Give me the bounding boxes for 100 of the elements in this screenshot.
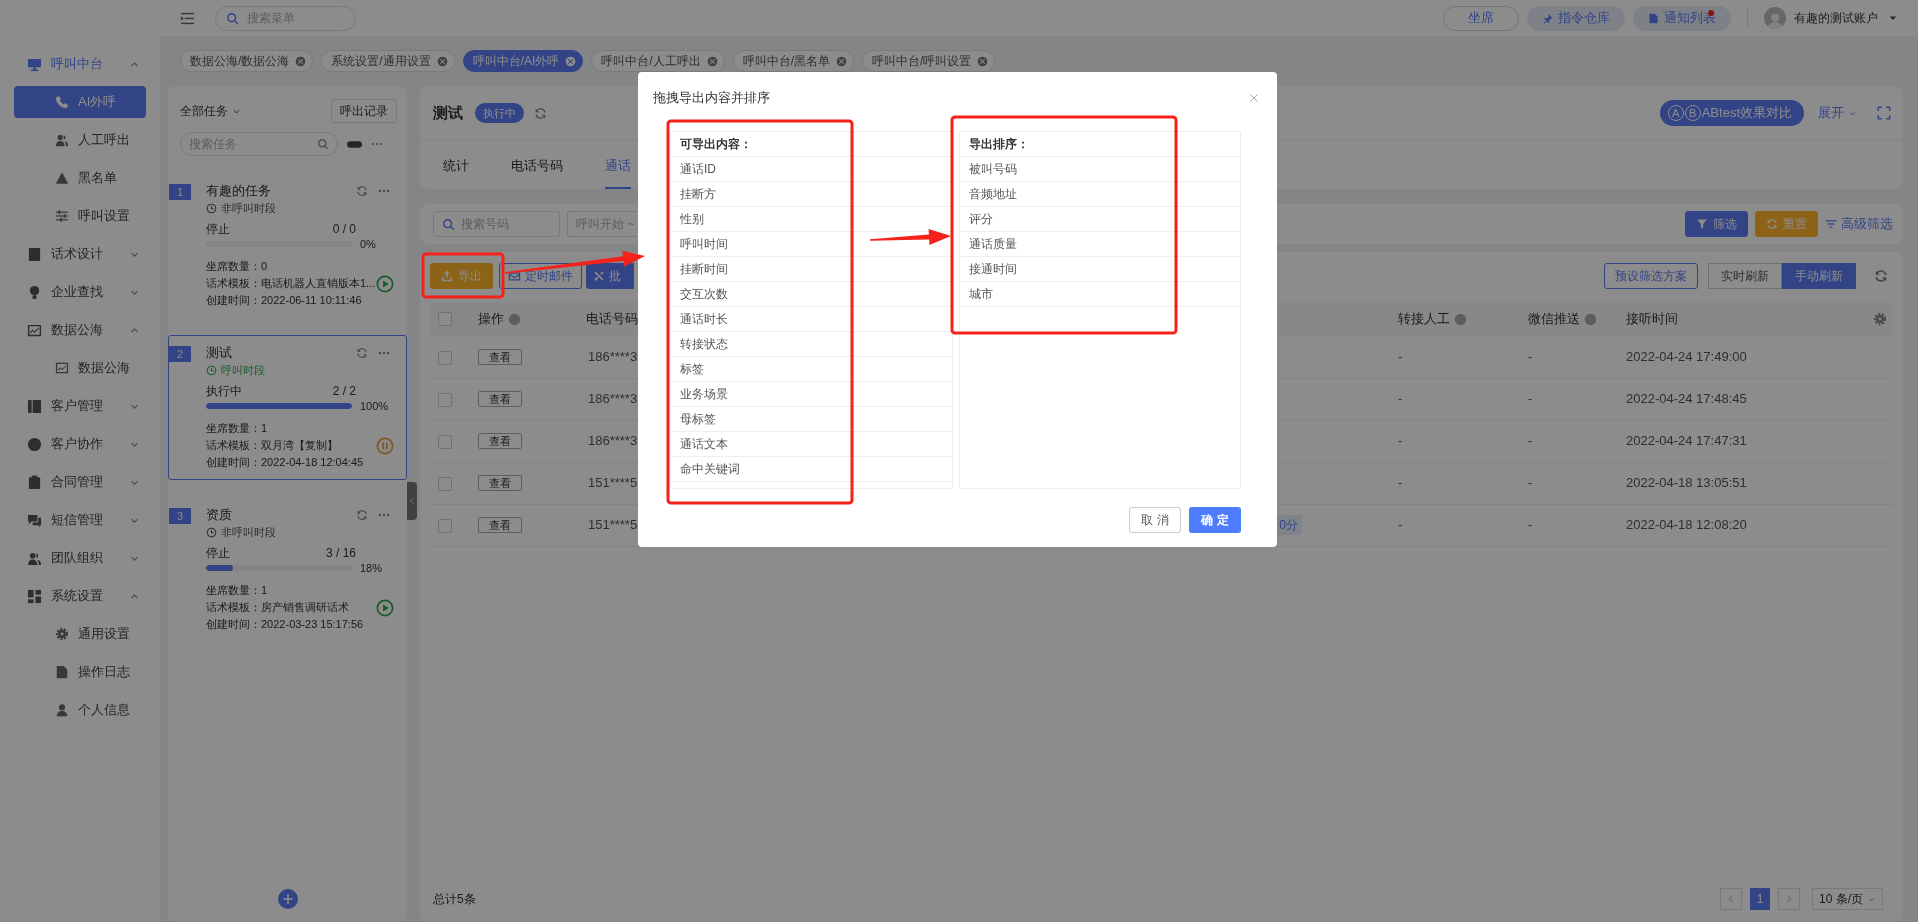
field-label: 话术模板： (206, 600, 261, 616)
sidebar-item[interactable]: 人工呼出 (14, 124, 146, 156)
list-item[interactable]: 评分 (959, 207, 1240, 232)
tab[interactable]: 电话号码 (511, 155, 563, 189)
refresh-mode-toggle[interactable]: 实时刷新 (1708, 263, 1782, 289)
table-cell: 2022-04-24 17:47:31 (1618, 420, 1873, 462)
list-item[interactable]: 交互次数 (671, 282, 952, 307)
dialog-title: 拖拽导出内容并排序 (653, 89, 771, 108)
field-value: 2022-04-18 12:04:45 (261, 455, 364, 471)
table-cell: - (1390, 336, 1520, 378)
page-tab[interactable]: 数据公海/数据公海 (180, 50, 314, 72)
sidebar-item[interactable]: 客户管理 (14, 390, 146, 422)
page-tab[interactable]: 系统设置/通用设置 (321, 50, 455, 72)
table-cell: - (1390, 462, 1520, 504)
list-item[interactable]: 通话质量 (959, 232, 1240, 257)
user-name[interactable]: 有趣的测试账户 (1794, 9, 1878, 27)
batch-button[interactable]: 批 (586, 263, 634, 289)
sidebar-item[interactable]: 操作日志 (14, 656, 146, 688)
sidebar-item[interactable]: 黑名单 (14, 162, 146, 194)
task-name: 有趣的任务 (206, 182, 272, 201)
page-button[interactable]: 1 (1750, 888, 1770, 910)
tab[interactable]: 通话 (605, 155, 631, 189)
progress-count: 3 / 16 (325, 545, 356, 562)
filter-button[interactable]: 筛选 (1685, 211, 1748, 237)
table-cell: - (1520, 504, 1618, 546)
page-tab[interactable]: 呼叫中台/黑名单 (732, 50, 855, 72)
field-value: 2022-03-23 15:17:56 (261, 617, 364, 633)
tab[interactable]: 统计 (443, 155, 469, 189)
preset-button[interactable]: 预设筛选方案 (1604, 263, 1698, 289)
task-number: 2 (169, 346, 191, 362)
page-size-select[interactable]: 10 条/页 (1812, 888, 1883, 910)
header-button[interactable]: 指令仓库 (1527, 5, 1625, 31)
list-item[interactable]: 业务场景 (671, 382, 952, 407)
list-item[interactable]: 被叫号码 (959, 157, 1240, 182)
period-label: 非呼叫时段 (221, 524, 276, 540)
status-label: 执行中 (206, 383, 243, 400)
sidebar-item[interactable]: 数据公海 (14, 314, 146, 346)
progress-percent: 100% (360, 398, 390, 414)
expand-link[interactable]: 展开 (1818, 103, 1857, 123)
list-item[interactable]: 音频地址 (959, 182, 1240, 207)
sidebar-item[interactable]: 企业查找 (14, 276, 146, 308)
sidebar-item[interactable]: 团队组织 (14, 542, 146, 574)
sidebar-item[interactable]: 合同管理 (14, 466, 146, 498)
list-item[interactable]: 挂断时间 (671, 257, 952, 282)
table-cell: - (1520, 336, 1618, 378)
status-badge: 执行中 (475, 102, 524, 124)
sidebar-item[interactable]: AI外呼 (14, 86, 146, 118)
sidebar-item[interactable]: 话术设计 (14, 238, 146, 270)
record-button[interactable]: 呼出记录 (331, 99, 397, 123)
period-label: 非呼叫时段 (221, 200, 276, 216)
list-item[interactable]: 通话文本 (671, 432, 952, 457)
sidebar-item[interactable]: 数据公海 (14, 352, 146, 384)
list-item[interactable]: 标签 (671, 357, 952, 382)
page-tab[interactable]: 呼叫中台/人工呼出 (591, 50, 725, 72)
sidebar-item[interactable]: 系统设置 (14, 580, 146, 612)
advanced-filter-link[interactable]: 高级筛选 (1825, 214, 1893, 234)
list-item[interactable]: 城市 (959, 282, 1240, 307)
list-item[interactable]: 母标签 (671, 407, 952, 432)
view-button[interactable]: 查看 (478, 433, 522, 450)
view-button[interactable]: 查看 (478, 517, 522, 534)
list-item[interactable]: 通话时长 (671, 307, 952, 332)
task-card[interactable]: 3 资质 非呼叫时段 停止 3 / 16 18% 坐席数量：1 话术模板：房产销售调研话术 创建时间：2022-03-23 15:17:56 (168, 497, 407, 642)
list-item[interactable]: 通话ID (671, 157, 952, 182)
table-cell: 2022-04-18 13:05:51 (1618, 462, 1873, 504)
table-cell: - (1520, 462, 1618, 504)
field-label: 坐席数量： (206, 583, 261, 599)
task-number: 3 (169, 508, 191, 524)
sidebar-item[interactable]: 个人信息 (14, 694, 146, 726)
ab-label: ABtest效果对比 (1701, 104, 1792, 123)
filter-dropdown[interactable]: 全部任务 (180, 102, 241, 120)
task-card[interactable]: 2 测试 呼叫时段 执行中 2 / 2 100% 坐席数量：1 话术模板：双月湾【复制】 创建时间：2022-04-18 12:04:45 (168, 335, 407, 480)
page-tab[interactable]: 呼叫中台/呼叫设置 (862, 50, 996, 72)
cancel-button[interactable]: 取 消 (1129, 507, 1181, 533)
sidebar-item[interactable]: 短信管理 (14, 504, 146, 536)
progress-percent: 18% (360, 560, 384, 576)
field-value: 2022-06-11 10:11:46 (261, 293, 362, 309)
sidebar-item[interactable]: 呼叫中台 (14, 48, 146, 80)
list-item[interactable]: 命中关键词 (671, 457, 952, 482)
progress-percent: 0% (360, 236, 377, 252)
list-item[interactable]: 转接状态 (671, 332, 952, 357)
page-tab[interactable]: 呼叫中台/AI外呼 (462, 50, 584, 72)
status-label: 停止 (206, 221, 231, 238)
view-button[interactable]: 查看 (478, 391, 522, 408)
header-button[interactable]: 坐席 (1443, 5, 1519, 31)
refresh-mode-toggle[interactable]: 手动刷新 (1782, 263, 1856, 289)
total-count: 总计5条 (433, 891, 477, 908)
view-button[interactable]: 查看 (478, 349, 522, 365)
task-name: 资质 (206, 506, 233, 525)
sidebar-item[interactable]: 通用设置 (14, 618, 146, 650)
confirm-button[interactable]: 确 定 (1189, 507, 1241, 533)
task-card[interactable]: 1 有趣的任务 非呼叫时段 停止 0 / 0 0% 坐席数量：0 话术模板：电话机器人直销版本1... 创建时间：2022-06-11 10:11:46 (168, 173, 407, 318)
sidebar-item[interactable]: 客户协作 (14, 428, 146, 460)
list-item[interactable]: 接通时间 (959, 257, 1240, 282)
ab-test-button[interactable]: A B ABtest效果对比 (1659, 100, 1804, 126)
table-cell: 2022-04-24 17:49:00 (1618, 336, 1873, 378)
sidebar-item[interactable]: 呼叫设置 (14, 200, 146, 232)
list-item[interactable]: 性别 (671, 207, 952, 232)
list-item[interactable]: 挂断方 (671, 182, 952, 207)
column-header: 操作 (478, 310, 504, 328)
view-button[interactable]: 查看 (478, 475, 522, 492)
